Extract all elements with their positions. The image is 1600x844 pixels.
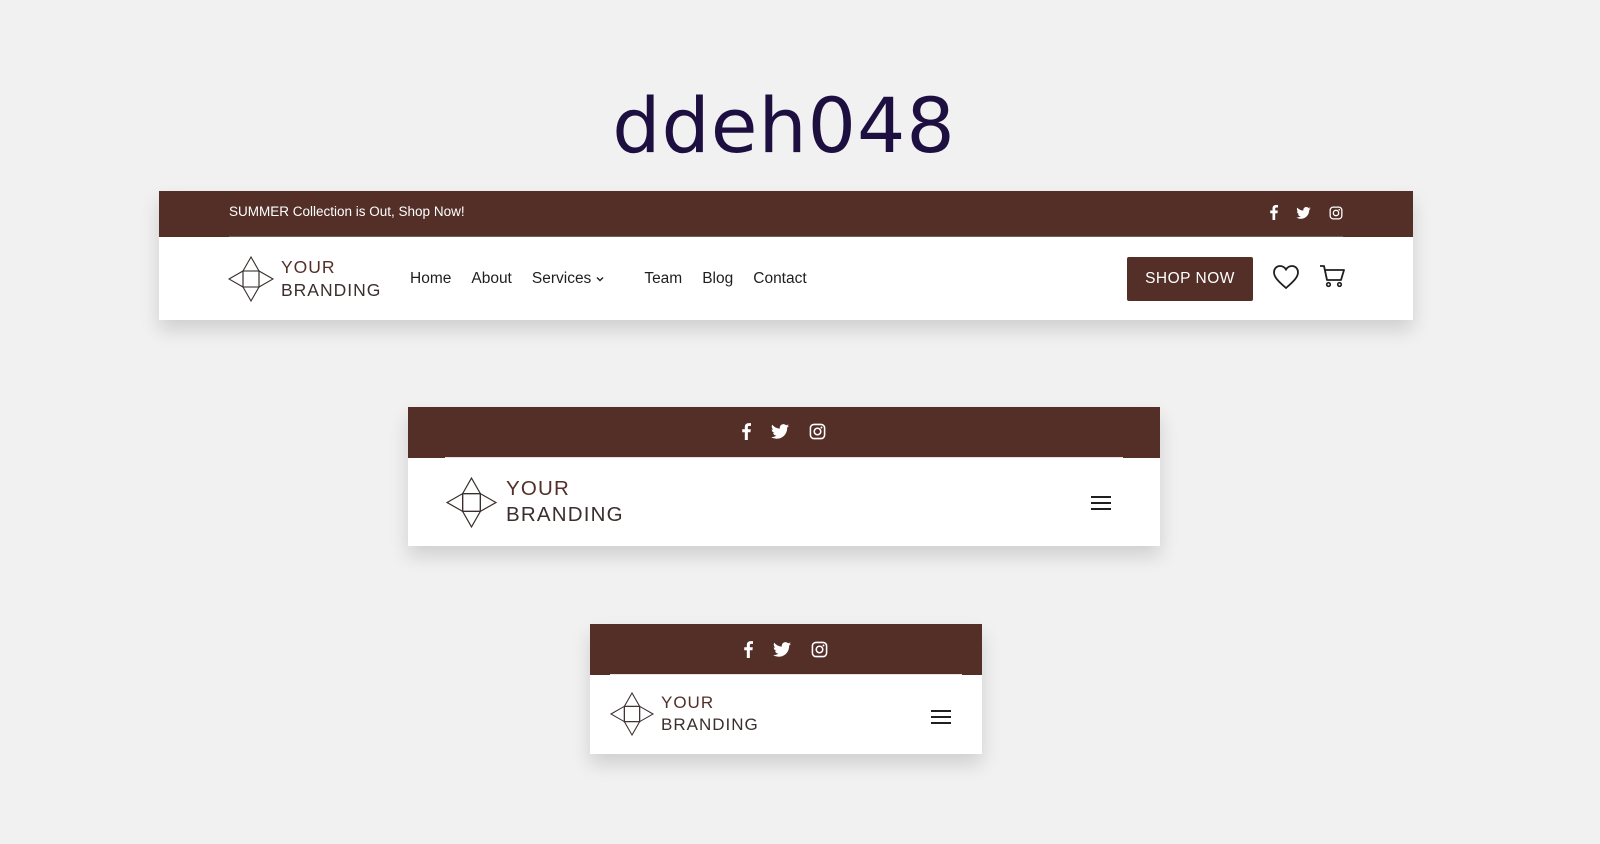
instagram-icon[interactable]	[811, 641, 828, 658]
logo-mark-icon	[446, 476, 497, 528]
logo-line-2: BRANDING	[661, 715, 759, 734]
chevron-down-icon	[596, 276, 604, 282]
nav-item-home[interactable]: Home	[410, 270, 451, 288]
logo-line-2: BRANDING	[281, 280, 382, 300]
nav-item-team[interactable]: Team	[644, 270, 682, 288]
facebook-icon[interactable]	[1270, 205, 1278, 220]
top-bar: SUMMER Collection is Out, Shop Now!	[159, 191, 1413, 237]
nav-item-services[interactable]: Services	[532, 270, 624, 288]
social-links	[1270, 205, 1343, 220]
social-links	[408, 423, 1160, 440]
logo-line-1: YOUR	[506, 477, 571, 500]
instagram-icon[interactable]	[1329, 206, 1343, 220]
promo-text[interactable]: SUMMER Collection is Out, Shop Now!	[229, 204, 465, 219]
logo[interactable]: YOUR BRANDING	[228, 256, 381, 302]
page-title: ddeh048	[612, 81, 956, 170]
facebook-icon[interactable]	[744, 641, 753, 658]
main-nav: Home About Services Team Blog Contact	[410, 270, 827, 288]
heart-icon[interactable]	[1272, 264, 1300, 295]
desktop-header: SUMMER Collection is Out, Shop Now! YOUR…	[159, 191, 1413, 320]
main-bar: YOUR BRANDING	[408, 458, 1160, 546]
social-links	[590, 641, 982, 658]
shop-now-button[interactable]: SHOP NOW	[1127, 257, 1253, 301]
logo-line-1: YOUR	[661, 693, 715, 712]
facebook-icon[interactable]	[742, 423, 751, 440]
main-bar: YOUR BRANDING Home About Services Team B…	[159, 237, 1413, 320]
main-bar: YOUR BRANDING	[590, 675, 982, 754]
top-bar	[408, 407, 1160, 458]
hamburger-icon[interactable]	[931, 709, 951, 730]
nav-item-about[interactable]: About	[471, 270, 512, 288]
nav-item-label: Services	[531, 270, 592, 287]
logo-mark-icon	[610, 692, 654, 736]
mobile-header: YOUR BRANDING	[590, 624, 982, 754]
hamburger-icon[interactable]	[1091, 495, 1111, 516]
logo[interactable]: YOUR BRANDING	[610, 692, 759, 736]
tablet-header: YOUR BRANDING	[408, 407, 1160, 546]
nav-item-contact[interactable]: Contact	[753, 270, 806, 288]
logo-line-2: BRANDING	[506, 503, 624, 526]
logo[interactable]: YOUR BRANDING	[446, 476, 624, 528]
instagram-icon[interactable]	[809, 423, 826, 440]
twitter-icon[interactable]	[773, 642, 791, 657]
nav-item-blog[interactable]: Blog	[702, 270, 733, 288]
cart-icon[interactable]	[1319, 264, 1345, 293]
logo-line-1: YOUR	[281, 257, 336, 277]
twitter-icon[interactable]	[1296, 206, 1311, 219]
top-bar	[590, 624, 982, 675]
twitter-icon[interactable]	[771, 424, 789, 439]
logo-mark-icon	[228, 256, 274, 302]
